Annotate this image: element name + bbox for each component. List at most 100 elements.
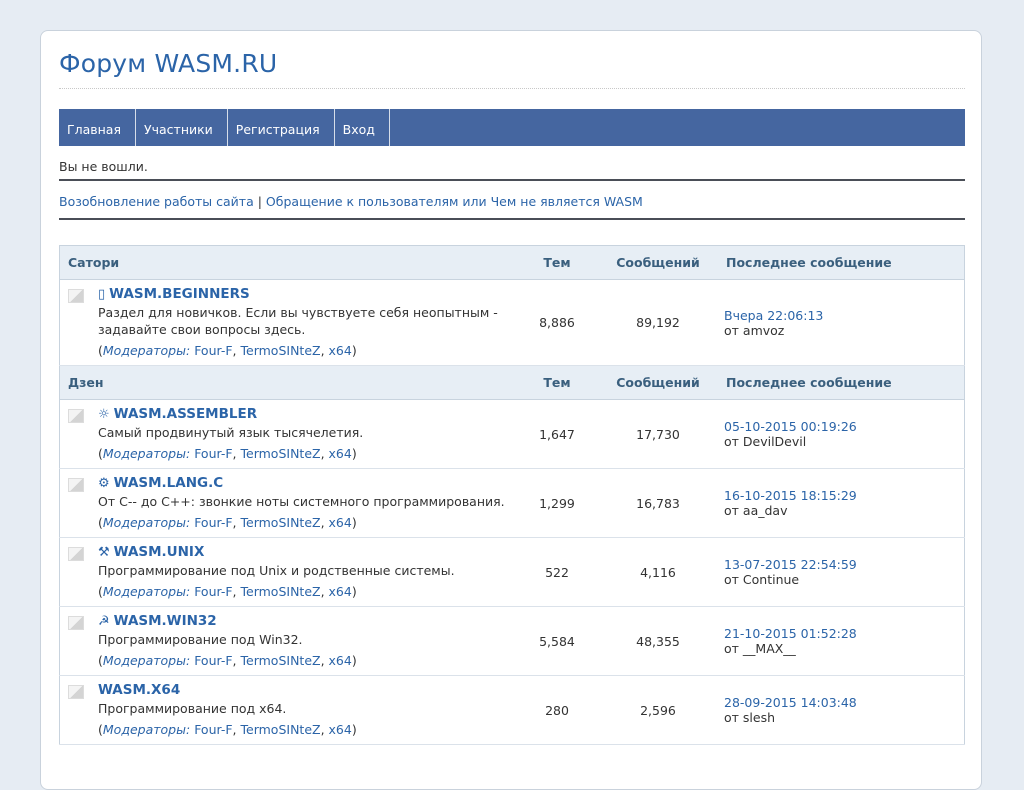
nav-members-link[interactable]: Участники: [136, 109, 228, 146]
forum-name-link[interactable]: WASM.UNIX: [114, 544, 205, 560]
moderator-link[interactable]: Four-F: [194, 446, 232, 461]
forum-heading: ⚒ WASM.UNIX: [98, 544, 455, 560]
moderator-link[interactable]: x64: [329, 722, 352, 737]
forum-info: ☭ WASM.WIN32 Программирование под Win32. (М…: [68, 613, 508, 668]
moderator-link[interactable]: TermoSINteZ: [241, 722, 321, 737]
forum-info-cell: ☭ WASM.WIN32 Программирование под Win32. (М…: [59, 606, 516, 676]
forum-posts-count: 89,192: [598, 279, 718, 366]
moderators-label: Модераторы:: [102, 515, 191, 530]
moderator-link[interactable]: x64: [329, 515, 352, 530]
forum-last-post: 21-10-2015 01:52:28 от __MAX__: [718, 606, 965, 676]
last-post-author: от slesh: [724, 710, 776, 725]
last-post-date-link[interactable]: 21-10-2015 01:52:28: [724, 626, 857, 641]
column-topics-header: Тем: [516, 365, 598, 400]
main-navigation: Главная Участники Регистрация Вход: [59, 109, 965, 146]
forum-index-table: Сатори Тем Сообщений Последнее сообщение ▯ WA…: [59, 245, 965, 745]
last-post-date-link[interactable]: 05-10-2015 00:19:26: [724, 419, 857, 434]
announcement-link-appeal[interactable]: Обращение к пользователям или Чем не явл…: [266, 194, 643, 209]
forum-body: ⚙ WASM.LANG.C От С-- до С++: звонкие ноты …: [98, 475, 505, 530]
forum-info: ⚒ WASM.UNIX Программирование под Unix и ро…: [68, 544, 508, 599]
title-divider: [59, 88, 965, 89]
forum-body: ☭ WASM.WIN32 Программирование под Win32. (М…: [98, 613, 357, 668]
forum-posts-count: 48,355: [598, 606, 718, 676]
forum-last-post: Вчера 22:06:13 от amvoz: [718, 279, 965, 366]
page-inner: Форум WASM.RU Главная Участники Регистра…: [59, 31, 965, 745]
forum-title: Форум WASM.RU: [59, 49, 278, 78]
last-post-date-link[interactable]: Вчера 22:06:13: [724, 308, 823, 323]
forum-status-icon: [68, 685, 84, 699]
forum-description: Программирование под Win32.: [98, 632, 303, 647]
page-container: Форум WASM.RU Главная Участники Регистра…: [40, 30, 982, 790]
moderator-link[interactable]: Four-F: [194, 343, 232, 358]
moderators-label: Модераторы:: [102, 343, 191, 358]
forum-row: ⚒ WASM.UNIX Программирование под Unix и ро…: [59, 537, 965, 607]
forum-description: Программирование под Unix и родственные …: [98, 563, 455, 578]
gear-icon: ⚙: [98, 476, 110, 491]
forum-moderators: (Модераторы: Four-F, TermoSINteZ, x64): [98, 446, 357, 461]
forum-info-cell: ☼ WASM.ASSEMBLER Самый продвинутый язык ты…: [59, 399, 516, 469]
moderator-link[interactable]: x64: [329, 653, 352, 668]
forum-info: WASM.X64 Программирование под x64. (Модера…: [68, 682, 508, 737]
forum-name-link[interactable]: WASM.LANG.C: [114, 475, 223, 491]
forum-name-link[interactable]: WASM.BEGINNERS: [109, 286, 250, 302]
forum-heading: ⚙ WASM.LANG.C: [98, 475, 505, 491]
moderator-link[interactable]: TermoSINteZ: [241, 515, 321, 530]
login-status: Вы не вошли.: [59, 159, 148, 174]
announcement: Возобновление работы сайта | Обращение к…: [59, 181, 965, 218]
forum-heading: ☭ WASM.WIN32: [98, 613, 357, 629]
forum-status-icon: [68, 409, 84, 423]
moderator-link[interactable]: TermoSINteZ: [241, 584, 321, 599]
nav-login-link[interactable]: Вход: [335, 109, 390, 146]
last-post-date-link[interactable]: 28-09-2015 14:03:48: [724, 695, 857, 710]
moderator-link[interactable]: Four-F: [194, 653, 232, 668]
last-post-author: от Continue: [724, 572, 800, 587]
moderator-link[interactable]: TermoSINteZ: [241, 446, 321, 461]
forum-name-link[interactable]: WASM.ASSEMBLER: [114, 406, 257, 422]
moderator-link[interactable]: x64: [329, 446, 352, 461]
moderator-link[interactable]: x64: [329, 343, 352, 358]
forum-topics-count: 5,584: [516, 606, 598, 676]
forum-posts-count: 17,730: [598, 399, 718, 469]
forum-posts-count: 4,116: [598, 537, 718, 607]
forum-row: WASM.X64 Программирование под x64. (Модера…: [59, 675, 965, 745]
last-post-date-link[interactable]: 13-07-2015 22:54:59: [724, 557, 857, 572]
forum-body: ⚒ WASM.UNIX Программирование под Unix и ро…: [98, 544, 455, 599]
column-last-post-header: Последнее сообщение: [718, 245, 965, 280]
moderator-link[interactable]: Four-F: [194, 515, 232, 530]
forum-moderators: (Модераторы: Four-F, TermoSINteZ, x64): [98, 515, 357, 530]
forum-info-cell: ▯ WASM.BEGINNERS Раздел для новичков. Если…: [59, 279, 516, 366]
moderator-link[interactable]: Four-F: [194, 722, 232, 737]
moderator-link[interactable]: TermoSINteZ: [241, 653, 321, 668]
moderator-link[interactable]: TermoSINteZ: [241, 343, 321, 358]
moderators-label: Модераторы:: [102, 584, 191, 599]
category-name: Дзен: [59, 365, 516, 400]
forum-info-cell: ⚒ WASM.UNIX Программирование под Unix и ро…: [59, 537, 516, 607]
forum-row: ☭ WASM.WIN32 Программирование под Win32. (М…: [59, 606, 965, 676]
forum-topics-count: 280: [516, 675, 598, 745]
hammer-pick-icon: ⚒: [98, 545, 110, 560]
forum-moderators: (Модераторы: Four-F, TermoSINteZ, x64): [98, 653, 357, 668]
forum-row: ⚙ WASM.LANG.C От С-- до С++: звонкие ноты …: [59, 468, 965, 538]
forum-status-icon: [68, 547, 84, 561]
last-post-date-link[interactable]: 16-10-2015 18:15:29: [724, 488, 857, 503]
forum-name-link[interactable]: WASM.WIN32: [114, 613, 217, 629]
forum-last-post: 28-09-2015 14:03:48 от slesh: [718, 675, 965, 745]
moderator-link[interactable]: x64: [329, 584, 352, 599]
nav-home-link[interactable]: Главная: [59, 109, 136, 146]
forum-last-post: 05-10-2015 00:19:26 от DevilDevil: [718, 399, 965, 469]
forum-name-link[interactable]: WASM.X64: [98, 682, 180, 698]
forum-topics-count: 522: [516, 537, 598, 607]
announcement-link-resume[interactable]: Возобновление работы сайта: [59, 194, 254, 209]
forum-heading: ☼ WASM.ASSEMBLER: [98, 406, 363, 422]
forum-info: ▯ WASM.BEGINNERS Раздел для новичков. Если…: [68, 286, 508, 358]
nav-register-link[interactable]: Регистрация: [228, 109, 335, 146]
forum-status-icon: [68, 289, 84, 303]
forum-description: Раздел для новичков. Если вы чувствуете …: [98, 305, 498, 337]
moderator-link[interactable]: Four-F: [194, 584, 232, 599]
last-post-author: от aa_dav: [724, 503, 788, 518]
forum-index-body: Сатори Тем Сообщений Последнее сообщение ▯ WA…: [59, 245, 965, 745]
forum-last-post: 13-07-2015 22:54:59 от Continue: [718, 537, 965, 607]
forum-row: ▯ WASM.BEGINNERS Раздел для новичков. Если…: [59, 279, 965, 366]
forum-status-icon: [68, 478, 84, 492]
divider: [59, 218, 965, 220]
